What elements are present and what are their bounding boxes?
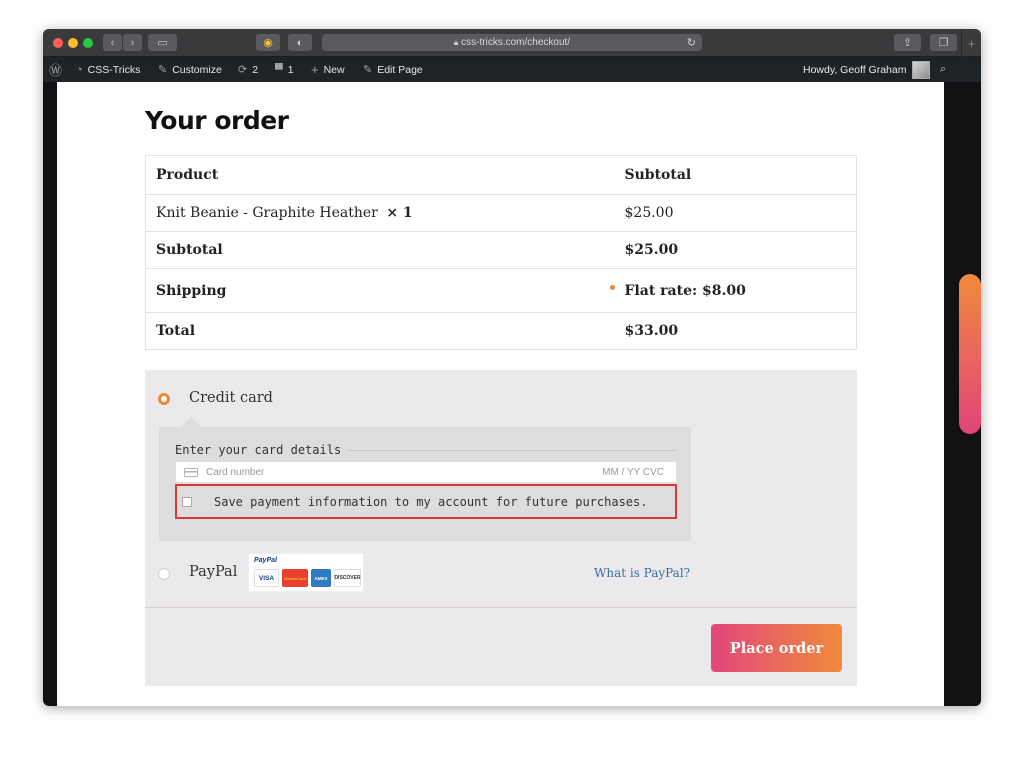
product-price: $25.00 xyxy=(614,194,857,232)
table-row: Knit Beanie - Graphite Heather × 1 $25.0… xyxy=(145,194,857,232)
close-window-button[interactable] xyxy=(53,38,63,48)
card-details-legend: Enter your card details xyxy=(175,443,348,457)
customize-label: Customize xyxy=(172,63,222,76)
share-button[interactable]: ⇪ xyxy=(894,34,921,51)
comments-count: 1 xyxy=(287,63,294,76)
product-quantity: × 1 xyxy=(386,205,413,221)
extension-button[interactable]: ◉ xyxy=(256,34,280,51)
discover-logo: DISCOVER xyxy=(334,569,361,587)
mastercard-logo: MasterCard xyxy=(282,569,308,587)
payment-section: Credit card Enter your card details Card… xyxy=(145,370,857,686)
shield-icon: ◐ xyxy=(296,36,304,49)
browser-titlebar: ‹ › ▭ ◉ ◐ 🔒︎ css-tricks.com/checkout/ ↻ … xyxy=(43,29,981,57)
forward-button[interactable]: › xyxy=(123,34,142,51)
what-is-paypal-link[interactable]: What is PayPal? xyxy=(594,566,690,580)
new-content-link[interactable]: + New xyxy=(311,57,345,82)
howdy-label: Howdy, Geoff Graham xyxy=(803,63,907,76)
site-name-link[interactable]: ◔ CSS-Tricks xyxy=(76,57,140,82)
subtotal-value: $25.00 xyxy=(614,231,857,269)
sidebar-icon: ▭ xyxy=(157,37,168,49)
paypal-radio[interactable] xyxy=(158,568,170,580)
edit-page-label: Edit Page xyxy=(377,63,423,76)
scrollbar-track[interactable] xyxy=(944,82,981,706)
subtotal-header: Subtotal xyxy=(614,155,857,195)
checkout-page: Your order Product Subtotal Knit Beanie … xyxy=(57,82,944,706)
pencil-icon: ✎ xyxy=(363,64,373,76)
total-value: $33.00 xyxy=(614,312,857,350)
sidebar-toggle-button[interactable]: ▭ xyxy=(148,34,177,51)
scrollbar-thumb[interactable] xyxy=(959,274,981,434)
updates-count: 2 xyxy=(252,63,259,76)
total-label: Total xyxy=(145,312,615,350)
dashboard-icon: ◔ xyxy=(76,63,83,76)
account-menu[interactable]: Howdy, Geoff Graham xyxy=(803,57,930,82)
credit-card-label[interactable]: Credit card xyxy=(189,390,273,406)
privacy-button[interactable]: ◐ xyxy=(288,34,312,51)
card-details-box: Enter your card details Card number MM /… xyxy=(159,427,691,541)
updates-link[interactable]: ⟳ 2 xyxy=(238,57,258,82)
card-expiry-cvc-placeholder: MM / YY CVC xyxy=(602,467,664,478)
lock-icon: 🔒︎ xyxy=(453,37,459,47)
place-order-button[interactable]: Place order xyxy=(711,624,842,672)
address-bar[interactable]: 🔒︎ css-tricks.com/checkout/ ↻ xyxy=(322,34,702,51)
reload-icon[interactable]: ↻ xyxy=(687,36,696,49)
comments-link[interactable]: ▀ 1 xyxy=(275,57,294,82)
edit-page-link[interactable]: ✎ Edit Page xyxy=(363,57,423,82)
adminbar-search-button[interactable]: ⌕ xyxy=(940,57,946,82)
product-cell: Knit Beanie - Graphite Heather × 1 xyxy=(145,194,615,232)
new-label: New xyxy=(323,63,345,76)
page-title: Your order xyxy=(145,106,289,135)
plus-icon: + xyxy=(967,35,976,51)
url-text: css-tricks.com/checkout/ xyxy=(461,37,571,48)
extension-icon: ◉ xyxy=(263,37,273,49)
shipping-value: Flat rate: $8.00 xyxy=(624,282,746,299)
payment-methods-list: Credit card Enter your card details Card… xyxy=(145,370,857,608)
chevron-right-icon: › xyxy=(130,36,135,49)
wordpress-icon: Ⓦ xyxy=(49,63,63,78)
card-box-notch xyxy=(181,417,201,427)
credit-card-radio[interactable] xyxy=(158,393,170,405)
product-name: Knit Beanie - Graphite Heather xyxy=(156,205,378,221)
tabs-overview-button[interactable]: ❐ xyxy=(930,34,957,51)
minimize-window-button[interactable] xyxy=(68,38,78,48)
site-name-label: CSS-Tricks xyxy=(87,63,141,76)
chevron-left-icon: ‹ xyxy=(110,36,115,49)
shipping-option: Flat rate: $8.00 xyxy=(609,268,857,313)
product-header: Product xyxy=(145,155,615,195)
browser-window: ‹ › ▭ ◉ ◐ 🔒︎ css-tricks.com/checkout/ ↻ … xyxy=(43,29,981,706)
wordpress-logo-button[interactable]: Ⓦ xyxy=(49,57,62,82)
brush-icon: ✎ xyxy=(158,64,168,76)
card-number-field[interactable]: Card number MM / YY CVC xyxy=(175,461,677,483)
plus-icon: + xyxy=(311,62,319,77)
visa-logo: VISA xyxy=(254,569,279,587)
save-payment-option[interactable]: Save payment information to my account f… xyxy=(175,484,677,519)
updates-icon: ⟳ xyxy=(238,64,248,76)
table-header-row: Product Subtotal xyxy=(145,155,857,195)
share-icon: ⇪ xyxy=(902,37,913,49)
new-tab-button[interactable]: + xyxy=(961,29,981,57)
order-review-table: Product Subtotal Knit Beanie - Graphite … xyxy=(145,155,857,350)
paypal-logo-text: PayPal xyxy=(254,557,277,564)
zoom-window-button[interactable] xyxy=(83,38,93,48)
bullet-icon xyxy=(609,285,615,290)
paypal-label[interactable]: PayPal xyxy=(189,564,237,580)
comment-icon: ▀ xyxy=(275,63,283,76)
tabs-icon: ❐ xyxy=(938,37,949,49)
wp-admin-bar: Ⓦ ◔ CSS-Tricks ✎ Customize ⟳ 2 ▀ 1 + New ✎ Edi… xyxy=(43,57,981,82)
amex-logo: AMEX xyxy=(311,569,331,587)
card-number-placeholder: Card number xyxy=(206,466,265,478)
credit-card-icon xyxy=(184,467,198,477)
subtotal-label: Subtotal xyxy=(145,231,615,269)
search-icon: ⌕ xyxy=(940,63,947,75)
paypal-acceptance-mark: PayPal VISA MasterCard AMEX DISCOVER xyxy=(248,553,364,592)
avatar xyxy=(911,60,930,79)
shipping-row: Shipping Flat rate: $8.00 xyxy=(145,268,857,313)
total-row: Total $33.00 xyxy=(145,312,857,350)
shipping-label: Shipping xyxy=(145,268,615,313)
subtotal-row: Subtotal $25.00 xyxy=(145,231,857,269)
customize-link[interactable]: ✎ Customize xyxy=(158,57,222,82)
save-payment-label: Save payment information to my account f… xyxy=(214,494,648,509)
back-button[interactable]: ‹ xyxy=(103,34,122,51)
save-payment-checkbox[interactable] xyxy=(182,496,192,507)
